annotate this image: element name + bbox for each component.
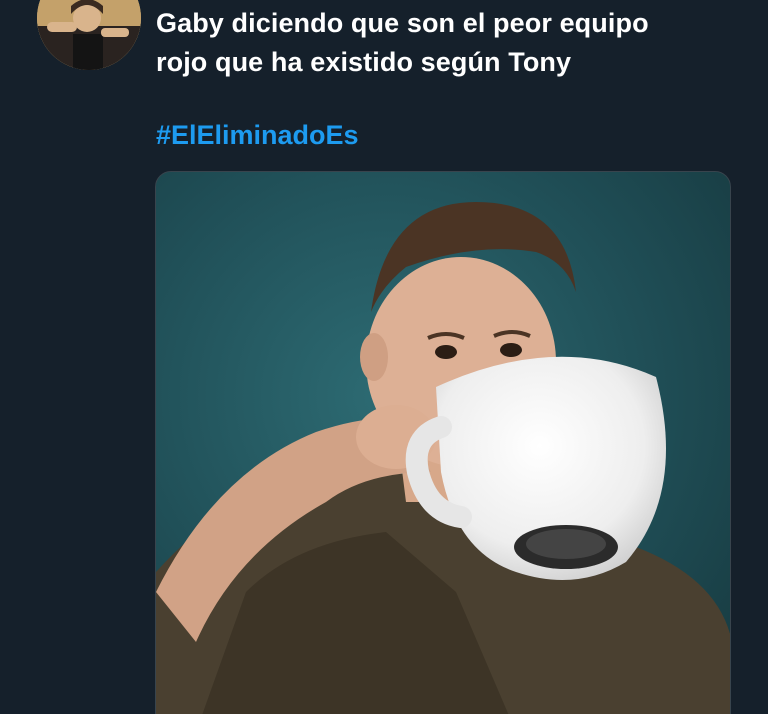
- avatar-photo-icon: [37, 0, 141, 70]
- photo-man-drinking-from-giant-cup-icon: [156, 172, 730, 714]
- tweet-text-line-1: Gaby diciendo que son el peor equipo: [156, 8, 649, 38]
- tweet-text-line-2: rojo que ha existido según Tony: [156, 47, 572, 77]
- tweet-text: Gaby diciendo que son el peor equipo roj…: [156, 4, 736, 82]
- avatar[interactable]: [37, 0, 141, 70]
- hashtag-link[interactable]: #ElEliminadoEs: [156, 116, 359, 154]
- tweet-media-image[interactable]: [155, 171, 731, 714]
